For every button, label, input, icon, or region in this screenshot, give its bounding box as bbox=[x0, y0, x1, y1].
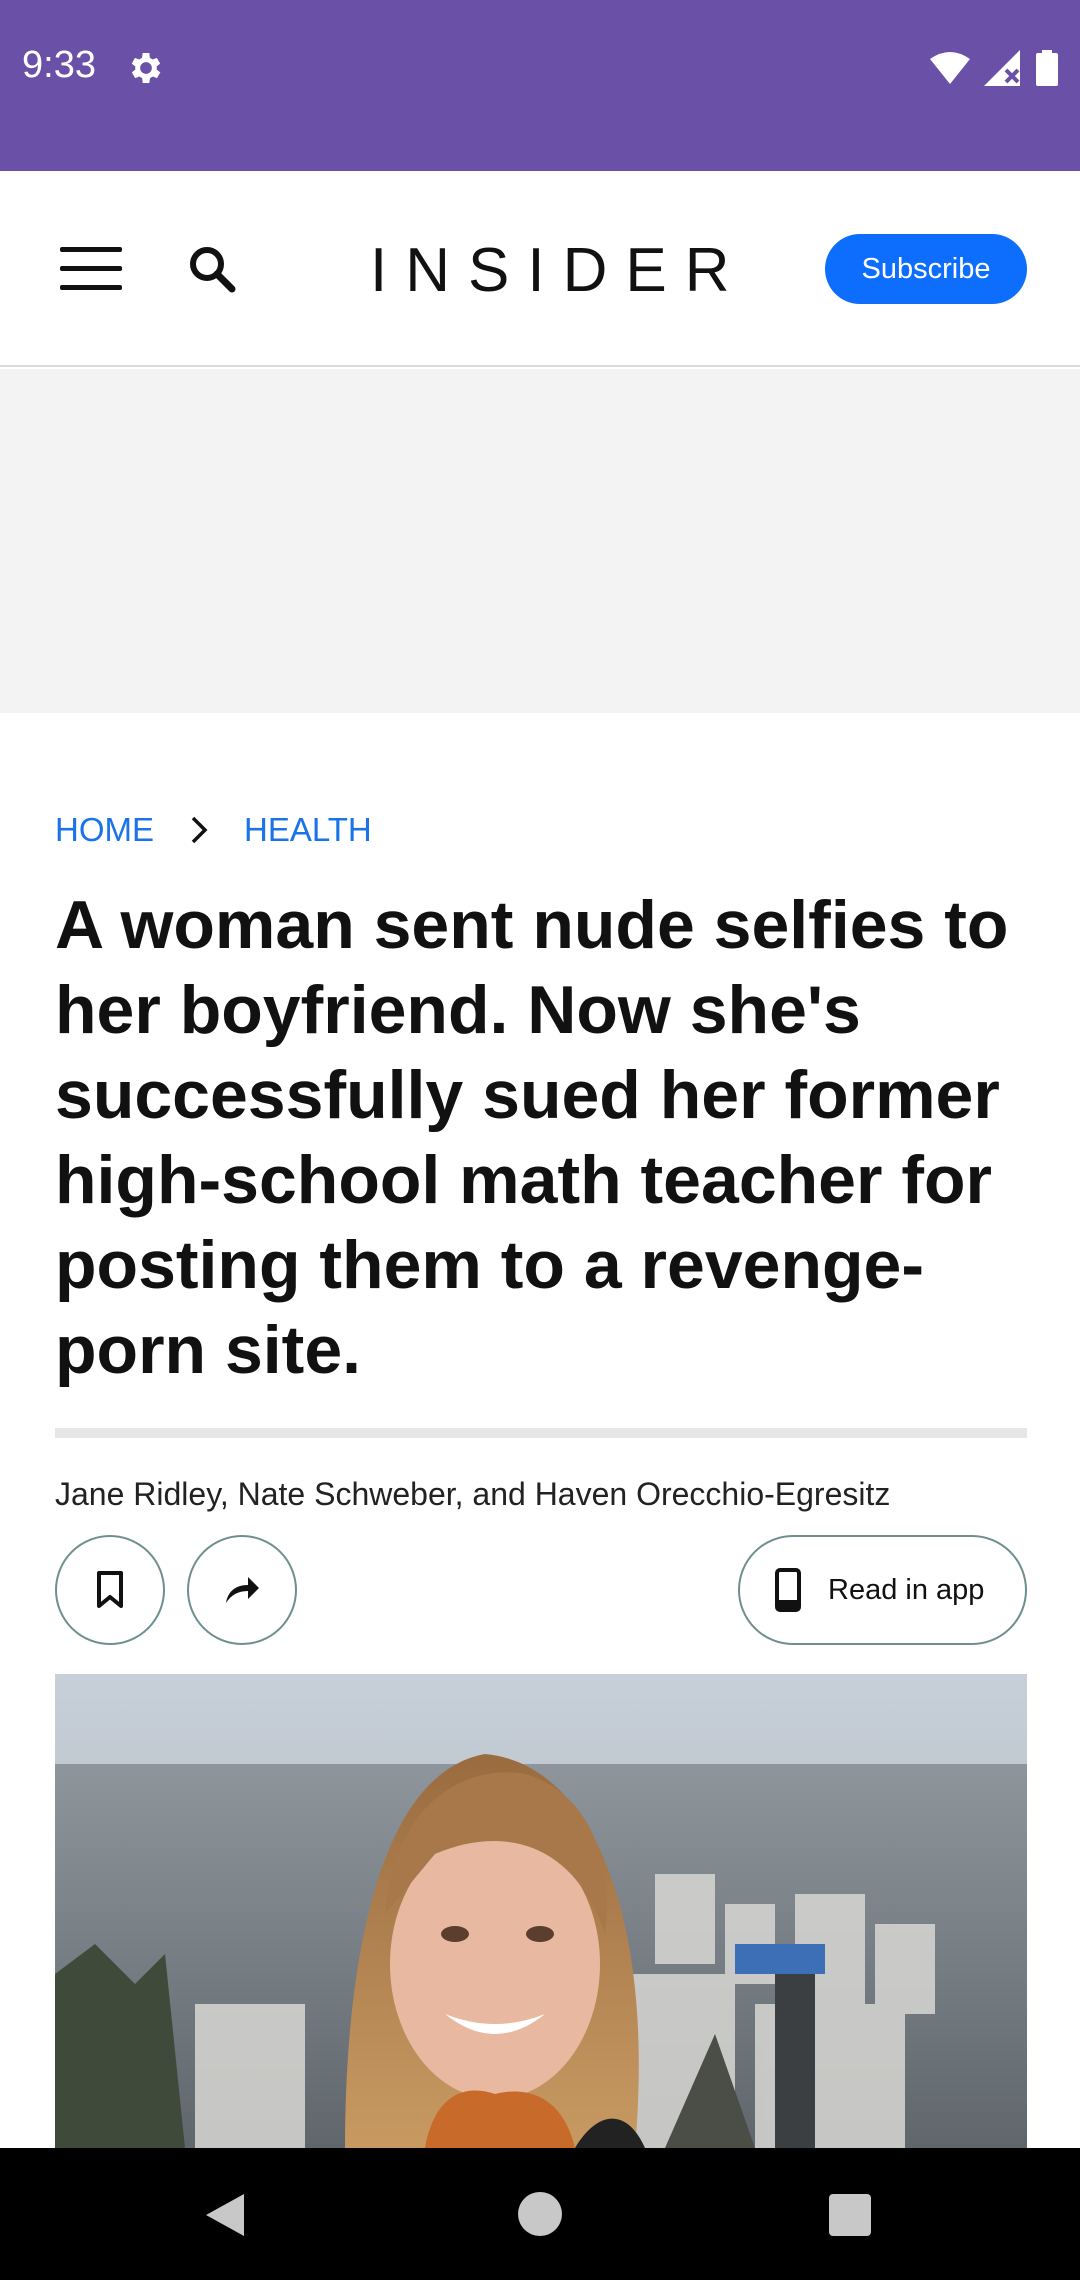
read-in-app-button[interactable]: Read in app bbox=[738, 1535, 1027, 1645]
headline-divider bbox=[55, 1428, 1027, 1438]
breadcrumb: HOME HEALTH bbox=[55, 810, 372, 850]
gear-icon bbox=[131, 53, 161, 83]
signal-icon bbox=[984, 50, 1020, 86]
search-icon[interactable] bbox=[186, 243, 238, 295]
system-navigation-bar bbox=[0, 2148, 1080, 2280]
battery-icon bbox=[1036, 50, 1058, 86]
article-hero-image bbox=[55, 1674, 1027, 2148]
home-icon[interactable] bbox=[518, 2192, 562, 2236]
status-bar: 9:33 bbox=[0, 0, 1080, 171]
breadcrumb-health[interactable]: HEALTH bbox=[244, 811, 372, 849]
site-header: INSIDER Subscribe bbox=[0, 171, 1080, 367]
read-in-app-label: Read in app bbox=[828, 1573, 985, 1606]
breadcrumb-home[interactable]: HOME bbox=[55, 811, 154, 849]
bookmark-button[interactable] bbox=[55, 1535, 165, 1645]
status-time: 9:33 bbox=[22, 44, 96, 86]
share-button[interactable] bbox=[187, 1535, 297, 1645]
wifi-icon bbox=[930, 52, 970, 84]
hamburger-menu-icon[interactable] bbox=[60, 247, 122, 291]
phone-icon bbox=[775, 1568, 801, 1612]
recent-apps-icon[interactable] bbox=[829, 2194, 871, 2236]
site-logo[interactable]: INSIDER bbox=[370, 231, 729, 311]
chevron-right-icon bbox=[174, 810, 224, 850]
back-icon[interactable] bbox=[200, 2190, 250, 2240]
bookmark-icon bbox=[97, 1571, 123, 1608]
share-arrow-icon bbox=[226, 1577, 259, 1603]
ad-placeholder bbox=[0, 369, 1080, 713]
status-icons bbox=[930, 48, 1058, 88]
article-byline: Jane Ridley, Nate Schweber, and Haven Or… bbox=[55, 1476, 891, 1512]
hero-photo bbox=[55, 1674, 1027, 2148]
subscribe-button[interactable]: Subscribe bbox=[825, 234, 1027, 304]
article-headline: A woman sent nude selfies to her boyfrie… bbox=[55, 887, 1009, 1388]
